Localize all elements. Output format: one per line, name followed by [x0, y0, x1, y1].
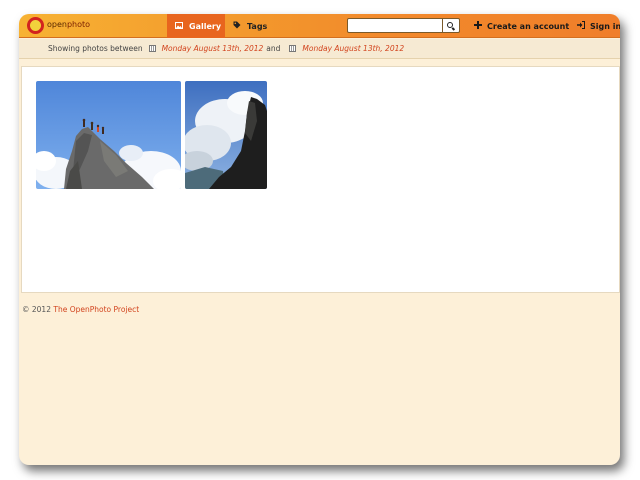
create-account-label: Create an account	[487, 21, 570, 31]
logo-text-open: open	[47, 20, 67, 29]
start-date-link[interactable]: Monday August 13th, 2012	[162, 44, 264, 53]
calendar-icon	[289, 45, 297, 52]
calendar-icon	[148, 45, 156, 52]
footer-copyright: © 2012	[22, 305, 51, 314]
photo-thumbnail[interactable]	[185, 81, 267, 189]
tag-icon	[233, 21, 241, 31]
tab-tags-label: Tags	[247, 21, 268, 31]
logo-text-photo: photo	[66, 20, 91, 29]
browser-window: openphoto Gallery Tags Create an account	[19, 14, 620, 465]
footer: © 2012 The OpenPhoto Project	[22, 305, 139, 314]
openphoto-logo-icon[interactable]	[27, 17, 44, 34]
top-navigation-bar: openphoto Gallery Tags Create an account	[19, 14, 620, 38]
search-button[interactable]	[443, 18, 460, 33]
photo-gallery	[21, 66, 620, 293]
end-date-link[interactable]: Monday August 13th, 2012	[302, 44, 404, 53]
openphoto-project-link[interactable]: The OpenPhoto Project	[53, 305, 139, 314]
logo-text[interactable]: openphoto	[47, 20, 90, 29]
search-icon	[447, 21, 453, 28]
sign-in-link[interactable]: Sign in	[577, 14, 620, 38]
search-input[interactable]	[347, 18, 443, 33]
tab-gallery-label: Gallery	[189, 21, 222, 31]
photo-thumbnail[interactable]	[36, 81, 181, 189]
create-account-link[interactable]: Create an account	[474, 14, 569, 38]
tab-tags[interactable]: Tags	[225, 14, 281, 38]
image-icon	[175, 21, 183, 31]
tab-gallery[interactable]: Gallery	[167, 14, 225, 38]
sign-in-icon	[577, 20, 585, 32]
sign-in-label: Sign in	[590, 21, 620, 31]
date-filter-bar: Showing photos between Monday August 13t…	[19, 39, 620, 59]
plus-icon	[474, 20, 482, 32]
filter-connector: and	[266, 44, 281, 53]
filter-prefix: Showing photos between	[48, 44, 143, 53]
